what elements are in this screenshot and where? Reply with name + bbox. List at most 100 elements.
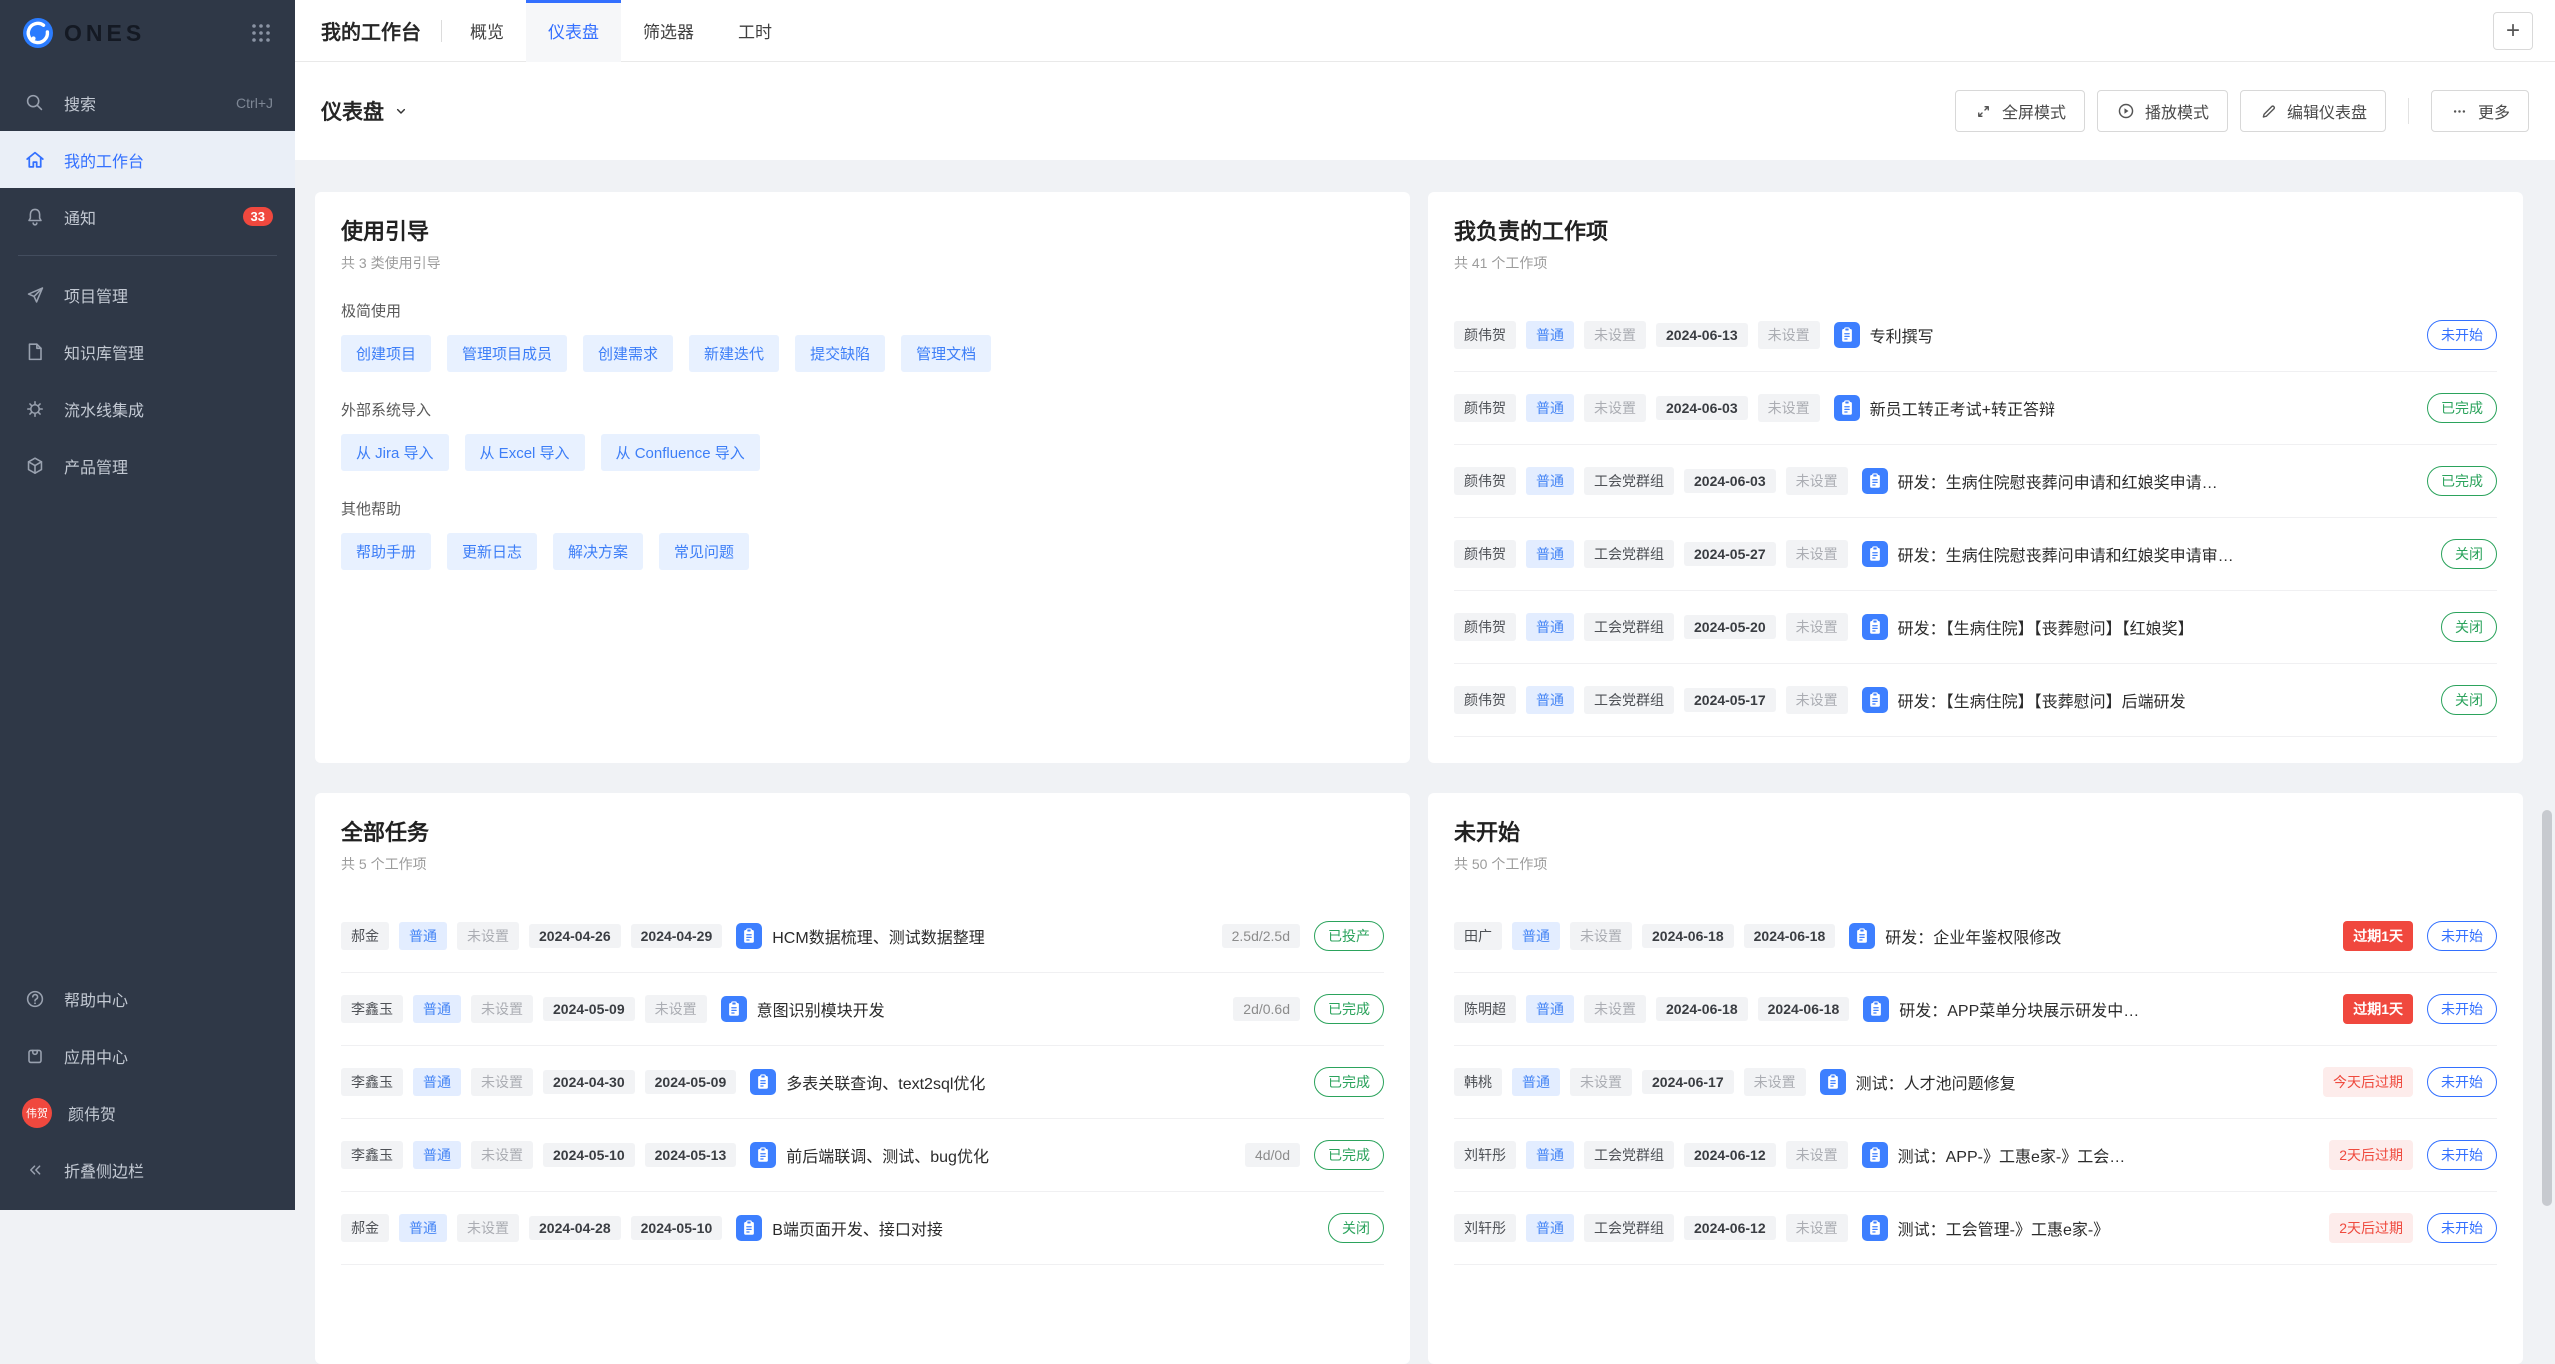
guide-link-help-manual[interactable]: 帮助手册 xyxy=(341,533,431,570)
work-item-icon xyxy=(1862,687,1888,713)
work-item-icon xyxy=(1862,1215,1888,1241)
guide-link-manage-members[interactable]: 管理项目成员 xyxy=(447,335,567,372)
add-tab-button[interactable]: + xyxy=(2493,12,2533,50)
work-item-title[interactable]: B端页面开发、接口对接 xyxy=(772,1216,943,1240)
tab-overview[interactable]: 概览 xyxy=(448,0,526,62)
work-item-title[interactable]: 研发：生病住院慰丧葬问申请和红娘奖申请审… xyxy=(1898,542,2234,566)
assignee-tag: 陈明超 xyxy=(1454,995,1516,1023)
work-item-title[interactable]: 测试：人才池问题修复 xyxy=(1856,1070,2016,1094)
group-tag: 工会党群组 xyxy=(1584,1141,1674,1169)
assignee-tag: 韩桃 xyxy=(1454,1068,1502,1096)
overdue-badge: 2天后过期 xyxy=(2329,1140,2413,1170)
guide-link-new-sprint[interactable]: 新建迭代 xyxy=(689,335,779,372)
edit-dashboard-button[interactable]: 编辑仪表盘 xyxy=(2240,90,2386,132)
sidebar-item-search[interactable]: 搜索 Ctrl+J xyxy=(0,74,295,131)
work-item-icon xyxy=(1862,614,1888,640)
page-scrollbar-thumb[interactable] xyxy=(2542,810,2552,1206)
sidebar-item-user-profile[interactable]: 伟贺 颜伟贺 xyxy=(0,1084,295,1141)
work-item-row[interactable]: 田广 普通 未设置 2024-06-18 2024-06-18 研发：企业年鉴权… xyxy=(1454,900,2497,973)
work-item-title[interactable]: 专利撰写 xyxy=(1870,323,1934,347)
work-item-row[interactable]: 郝金 普通 未设置 2024-04-26 2024-04-29 HCM数据梳理、… xyxy=(341,900,1384,973)
sidebar-item-notifications[interactable]: 通知 33 xyxy=(0,188,295,245)
work-item-title[interactable]: 前后端联调、测试、bug优化 xyxy=(786,1143,989,1167)
work-item-row[interactable]: 颜伟贺 普通 工会党群组 2024-05-20 未设置 研发：【生病住院】【丧葬… xyxy=(1454,591,2497,664)
priority-tag: 普通 xyxy=(1512,1068,1560,1096)
sidebar-item-label: 我的工作台 xyxy=(64,148,144,172)
guide-link-import-jira[interactable]: 从 Jira 导入 xyxy=(341,434,449,471)
tab-filters[interactable]: 筛选器 xyxy=(621,0,716,62)
assignee-tag: 李鑫玉 xyxy=(341,995,403,1023)
work-item-row[interactable]: 李鑫玉 普通 未设置 2024-05-09 未设置 意图识别模块开发 2d/0.… xyxy=(341,973,1384,1046)
sidebar-item-wiki-management[interactable]: 知识库管理 xyxy=(0,323,295,380)
work-item-row[interactable]: 李鑫玉 普通 未设置 2024-05-10 2024-05-13 前后端联调、测… xyxy=(341,1119,1384,1192)
dashboard-selector[interactable]: 仪表盘 xyxy=(321,96,409,126)
work-item-row[interactable]: 陈明超 普通 未设置 2024-06-18 2024-06-18 研发：APP菜… xyxy=(1454,973,2497,1046)
guide-link-create-requirement[interactable]: 创建需求 xyxy=(583,335,673,372)
work-item-row[interactable]: 颜伟贺 普通 工会党群组 2024-05-17 未设置 研发：【生病住院】【丧葬… xyxy=(1454,664,2497,737)
dashboard-selector-label: 仪表盘 xyxy=(321,96,384,126)
work-item-title[interactable]: 研发：生病住院慰丧葬问申请和红娘奖申请… xyxy=(1898,469,2218,493)
work-item-row[interactable]: 韩桃 普通 未设置 2024-06-17 未设置 测试：人才池问题修复 今天后过… xyxy=(1454,1046,2497,1119)
assignee-tag: 刘轩彤 xyxy=(1454,1214,1516,1242)
app-grid-icon[interactable] xyxy=(249,21,273,45)
assignee-tag: 颜伟贺 xyxy=(1454,686,1516,714)
guide-link-create-project[interactable]: 创建项目 xyxy=(341,335,431,372)
pencil-icon xyxy=(2259,102,2278,121)
guide-link-submit-defect[interactable]: 提交缺陷 xyxy=(795,335,885,372)
work-item-title[interactable]: 研发：【生病住院】【丧葬慰问】【红娘奖】 xyxy=(1898,615,2194,639)
work-item-title[interactable]: 新员工转正考试+转正答辩 xyxy=(1870,396,2055,420)
fullscreen-mode-button[interactable]: 全屏模式 xyxy=(1955,90,2085,132)
sidebar-item-my-workspace[interactable]: 我的工作台 xyxy=(0,131,295,188)
work-item-list: 田广 普通 未设置 2024-06-18 2024-06-18 研发：企业年鉴权… xyxy=(1454,900,2497,1265)
sidebar-item-app-center[interactable]: 应用中心 xyxy=(0,1027,295,1084)
more-button[interactable]: 更多 xyxy=(2431,90,2529,132)
work-item-row[interactable]: 郝金 普通 未设置 2024-04-28 2024-05-10 B端页面开发、接… xyxy=(341,1192,1384,1265)
group-tag: 未设置 xyxy=(1584,321,1646,349)
assignee-tag: 颜伟贺 xyxy=(1454,321,1516,349)
end-date-tag: 未设置 xyxy=(1758,394,1820,422)
work-item-title[interactable]: HCM数据梳理、测试数据整理 xyxy=(772,924,984,948)
guide-section-label: 极简使用 xyxy=(341,300,1384,321)
work-item-title[interactable]: 多表关联查询、text2sql优化 xyxy=(786,1070,985,1094)
guide-link-changelog[interactable]: 更新日志 xyxy=(447,533,537,570)
work-item-title[interactable]: 意图识别模块开发 xyxy=(757,997,885,1021)
sidebar-item-collapse[interactable]: 折叠侧边栏 xyxy=(0,1141,295,1198)
work-item-title[interactable]: 研发：APP菜单分块展示研发中… xyxy=(1899,997,2139,1021)
play-mode-button[interactable]: 播放模式 xyxy=(2097,90,2228,132)
work-item-title[interactable]: 测试：工会管理-》工惠e家-》 xyxy=(1898,1216,2110,1240)
sidebar-item-label: 帮助中心 xyxy=(64,987,128,1011)
work-item-row[interactable]: 刘轩彤 普通 工会党群组 2024-06-12 未设置 测试：工会管理-》工惠e… xyxy=(1454,1192,2497,1265)
priority-tag: 普通 xyxy=(1526,467,1574,495)
sidebar-item-help-center[interactable]: 帮助中心 xyxy=(0,970,295,1027)
work-item-row[interactable]: 颜伟贺 普通 工会党群组 2024-06-03 未设置 研发：生病住院慰丧葬问申… xyxy=(1454,445,2497,518)
work-item-title[interactable]: 测试：APP-》工惠e家-》工会… xyxy=(1898,1143,2126,1167)
work-item-row[interactable]: 李鑫玉 普通 未设置 2024-04-30 2024-05-09 多表关联查询、… xyxy=(341,1046,1384,1119)
work-item-row[interactable]: 颜伟贺 普通 未设置 2024-06-13 未设置 专利撰写 未开始 xyxy=(1454,299,2497,372)
group-tag: 未设置 xyxy=(1584,995,1646,1023)
work-item-row[interactable]: 颜伟贺 普通 未设置 2024-06-03 未设置 新员工转正考试+转正答辩 已… xyxy=(1454,372,2497,445)
work-item-row[interactable]: 刘轩彤 普通 工会党群组 2024-06-12 未设置 测试：APP-》工惠e家… xyxy=(1454,1119,2497,1192)
page-title: 我的工作台 xyxy=(321,16,421,45)
group-tag: 未设置 xyxy=(471,1068,533,1096)
overdue-badge: 过期1天 xyxy=(2343,994,2413,1024)
tab-worktime[interactable]: 工时 xyxy=(716,0,794,62)
dashboard-content: 使用引导 共 3 类使用引导 极简使用 创建项目 管理项目成员 创建需求 新建迭… xyxy=(295,160,2555,1364)
work-item-title[interactable]: 研发：【生病住院】【丧葬慰问】后端研发 xyxy=(1898,688,2186,712)
guide-link-solutions[interactable]: 解决方案 xyxy=(553,533,643,570)
guide-link-import-excel[interactable]: 从 Excel 导入 xyxy=(465,434,585,471)
work-item-title[interactable]: 研发：企业年鉴权限修改 xyxy=(1885,924,2061,948)
guide-link-import-confluence[interactable]: 从 Confluence 导入 xyxy=(601,434,760,471)
card-all-tasks: 全部任务 共 5 个工作项 郝金 普通 未设置 2024-04-26 2024-… xyxy=(315,793,1410,1364)
tab-dashboard[interactable]: 仪表盘 xyxy=(526,0,621,62)
guide-section-label: 其他帮助 xyxy=(341,498,1384,519)
sidebar-item-project-management[interactable]: 项目管理 xyxy=(0,266,295,323)
guide-link-faq[interactable]: 常见问题 xyxy=(659,533,749,570)
overdue-badge: 过期1天 xyxy=(2343,921,2413,951)
guide-button-row: 帮助手册 更新日志 解决方案 常见问题 xyxy=(341,533,1384,570)
sidebar-item-pipeline-integration[interactable]: 流水线集成 xyxy=(0,380,295,437)
assignee-tag: 颜伟贺 xyxy=(1454,613,1516,641)
card-subtitle: 共 3 类使用引导 xyxy=(341,253,1384,273)
sidebar-item-product-management[interactable]: 产品管理 xyxy=(0,437,295,494)
guide-link-manage-docs[interactable]: 管理文档 xyxy=(901,335,991,372)
work-item-row[interactable]: 颜伟贺 普通 工会党群组 2024-05-27 未设置 研发：生病住院慰丧葬问申… xyxy=(1454,518,2497,591)
